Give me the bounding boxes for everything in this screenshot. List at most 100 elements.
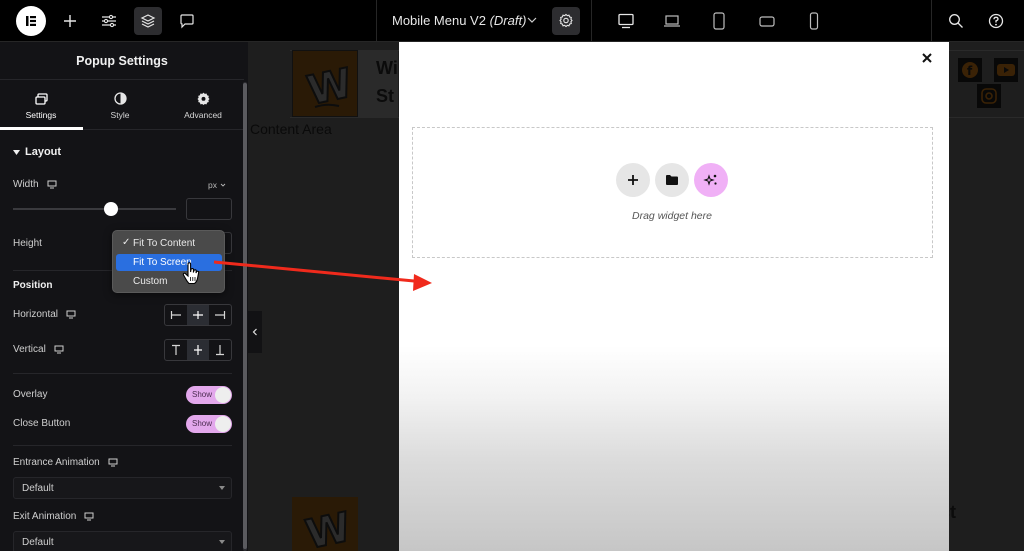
align-right-icon <box>215 311 226 319</box>
width-slider-handle[interactable] <box>103 202 118 216</box>
width-unit-select[interactable]: px <box>208 180 226 190</box>
footer-logo: W <box>292 497 358 551</box>
device-desktop-button[interactable] <box>612 7 640 35</box>
align-left-button[interactable] <box>165 305 187 325</box>
document-name: Mobile Menu V2 <box>392 13 486 28</box>
menu-item-fit-to-screen[interactable]: Fit To Screen <box>116 254 222 271</box>
toggle-knob <box>215 387 231 403</box>
layers-icon <box>140 14 156 28</box>
exit-animation-label: Exit Animation <box>13 511 94 522</box>
comment-icon <box>180 14 194 29</box>
desktop-icon[interactable] <box>108 458 118 467</box>
position-heading: Position <box>13 280 53 291</box>
align-top-button[interactable] <box>165 340 187 360</box>
ai-generate-button[interactable] <box>694 163 728 197</box>
desktop-icon[interactable] <box>54 345 64 354</box>
desktop-icon[interactable] <box>66 310 76 319</box>
caret-down-icon <box>219 540 225 544</box>
toggle-knob <box>215 416 231 432</box>
add-section-button[interactable] <box>616 163 650 197</box>
width-unit-text: px <box>208 180 217 190</box>
horizontal-position-group <box>164 304 232 326</box>
site-settings-button[interactable] <box>95 7 123 35</box>
align-center-button[interactable] <box>187 305 209 325</box>
panel-scrollbar-thumb[interactable] <box>243 83 247 549</box>
popup-close-icon[interactable] <box>920 51 934 65</box>
separator <box>931 0 932 42</box>
divider <box>13 445 232 446</box>
close-button-label: Close Button <box>13 418 71 429</box>
popup-preview <box>399 38 949 551</box>
height-label: Height <box>13 238 42 249</box>
content-area-label: Content Area <box>250 121 332 137</box>
structure-button[interactable] <box>134 7 162 35</box>
hand-cursor-icon <box>182 262 200 285</box>
device-tablet-landscape-button[interactable] <box>753 7 781 35</box>
document-title[interactable]: Mobile Menu V2 (Draft) <box>392 13 526 28</box>
align-right-button[interactable] <box>209 305 231 325</box>
search-button[interactable] <box>942 7 970 35</box>
notes-button[interactable] <box>173 7 201 35</box>
menu-item-fit-to-content[interactable]: ✓ Fit To Content <box>116 235 222 252</box>
close-button-toggle[interactable]: Show <box>186 415 232 433</box>
height-label-text: Height <box>13 238 42 249</box>
menu-item-custom[interactable]: Custom <box>116 273 222 290</box>
align-middle-button[interactable] <box>187 340 209 360</box>
help-icon <box>988 13 1004 29</box>
tab-advanced[interactable]: Advanced <box>162 82 244 130</box>
entrance-animation-label: Entrance Animation <box>13 457 118 468</box>
tablet-landscape-icon <box>759 16 775 27</box>
desktop-icon <box>618 13 634 29</box>
document-status: (Draft) <box>489 13 527 28</box>
entrance-animation-select[interactable]: Default <box>13 477 232 499</box>
desktop-icon[interactable] <box>84 512 94 521</box>
tab-advanced-label: Advanced <box>184 110 222 120</box>
entrance-animation-value: Default <box>22 482 54 494</box>
exit-animation-text: Exit Animation <box>13 511 77 522</box>
tab-style[interactable]: Style <box>79 82 161 130</box>
site-title-line1: Wi <box>376 58 398 78</box>
caret-down-icon <box>13 149 20 155</box>
device-mobile-button[interactable] <box>800 7 828 35</box>
chevron-down-icon[interactable] <box>527 13 537 32</box>
height-dropdown-menu: ✓ Fit To Content Fit To Screen Custom <box>112 230 225 293</box>
device-laptop-button[interactable] <box>658 7 686 35</box>
chevron-left-icon <box>252 328 257 336</box>
chevron-down-icon <box>220 183 226 187</box>
exit-animation-value: Default <box>22 536 54 548</box>
overlay-toggle-text: Show <box>192 390 213 399</box>
tab-style-label: Style <box>110 110 130 120</box>
tab-settings[interactable]: Settings <box>0 82 82 130</box>
elementor-logo-icon[interactable] <box>16 6 46 36</box>
folder-icon <box>666 175 678 185</box>
menu-item-label: Fit To Content <box>133 238 196 249</box>
search-icon <box>949 14 963 28</box>
width-input[interactable] <box>186 198 232 220</box>
width-slider-track[interactable] <box>13 208 176 210</box>
plus-icon <box>64 15 76 27</box>
caret-down-icon <box>219 486 225 490</box>
top-bar: Mobile Menu V2 (Draft) <box>0 0 1024 42</box>
sparkles-icon <box>703 174 717 186</box>
mobile-icon <box>809 12 819 30</box>
horizontal-label-text: Horizontal <box>13 309 59 320</box>
desktop-icon[interactable] <box>47 180 57 189</box>
add-template-button[interactable] <box>655 163 689 197</box>
exit-animation-select[interactable]: Default <box>13 531 232 551</box>
add-element-button[interactable] <box>56 7 84 35</box>
entrance-animation-text: Entrance Animation <box>13 457 100 468</box>
help-button[interactable] <box>982 7 1010 35</box>
site-logo: W <box>292 50 358 117</box>
tab-settings-label: Settings <box>25 109 57 120</box>
collapse-panel-button[interactable] <box>248 311 262 353</box>
align-bottom-button[interactable] <box>209 340 231 360</box>
divider <box>13 373 232 374</box>
vertical-position-group <box>164 339 232 361</box>
plus-icon <box>628 175 638 185</box>
sliders-icon <box>102 14 116 28</box>
page-settings-button[interactable] <box>552 7 580 35</box>
layout-section-toggle[interactable]: Layout <box>13 146 61 158</box>
overlay-toggle[interactable]: Show <box>186 386 232 404</box>
device-tablet-portrait-button[interactable] <box>705 7 733 35</box>
checkmark-icon: ✓ <box>122 237 131 248</box>
